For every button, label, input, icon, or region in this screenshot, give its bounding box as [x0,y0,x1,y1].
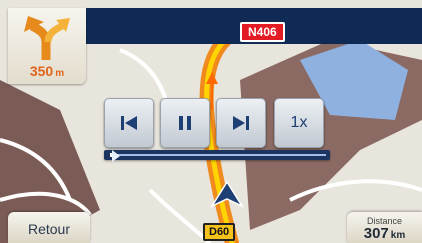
progress-handle[interactable] [112,150,121,162]
previous-button[interactable] [104,98,154,148]
next-turn-panel[interactable]: 350 m [8,8,86,84]
navigation-screen: N406 350 m 1x D60 Retour Distance 307 km [0,0,422,243]
distance-unit: km [390,230,406,241]
turn-distance-unit: m [55,68,65,79]
distance-value: 307 km [347,226,422,243]
next-icon [233,116,249,130]
playback-progress-bar[interactable] [104,150,330,162]
progress-track [110,150,326,162]
current-road-shield: D60 [203,223,236,241]
pause-icon [179,116,191,130]
turn-distance-value: 350 [29,63,54,79]
remaining-distance-panel[interactable]: Distance 307 km [347,212,422,243]
road-number-shield: N406 [240,22,285,42]
previous-icon [121,116,137,130]
pause-button[interactable] [160,98,210,148]
turn-distance: 350 m [8,63,86,79]
distance-number: 307 [363,225,389,242]
next-button[interactable] [216,98,266,148]
speed-button[interactable]: 1x [274,98,324,148]
current-position-arrow [210,180,244,208]
back-button[interactable]: Retour [8,212,90,243]
turn-arrow-icon [24,16,70,60]
speed-label: 1x [290,114,308,131]
